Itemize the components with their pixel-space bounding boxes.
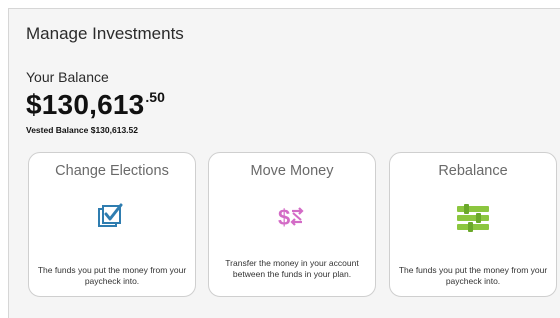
sliders-icon — [390, 203, 556, 233]
transfer-dollar-icon: $ — [209, 203, 375, 231]
manage-investments-panel: Manage Investments Your Balance $130,613… — [8, 8, 560, 318]
vested-balance: Vested Balance $130,613.52 — [26, 125, 138, 135]
checkbox-icon — [29, 203, 195, 231]
change-elections-desc: The funds you put the money from your pa… — [37, 265, 187, 286]
balance-cents: .50 — [145, 89, 165, 105]
rebalance-card[interactable]: Rebalance The funds you put the money fr… — [389, 152, 557, 297]
rebalance-desc: The funds you put the money from your pa… — [398, 265, 548, 286]
change-elections-card[interactable]: Change Elections The funds you put the m… — [28, 152, 196, 297]
page-title: Manage Investments — [26, 24, 184, 43]
rebalance-title: Rebalance — [438, 163, 508, 179]
change-elections-title: Change Elections — [55, 163, 169, 179]
move-money-title: Move Money — [250, 163, 334, 179]
balance-dollars: $130,613 — [26, 89, 145, 120]
balance-amount: $130,613.50 — [26, 89, 165, 121]
svg-text:$: $ — [278, 205, 290, 230]
move-money-card[interactable]: Move Money $ Transfer the money in your … — [208, 152, 376, 297]
move-money-desc: Transfer the money in your account betwe… — [225, 258, 359, 279]
balance-label: Your Balance — [26, 69, 109, 85]
